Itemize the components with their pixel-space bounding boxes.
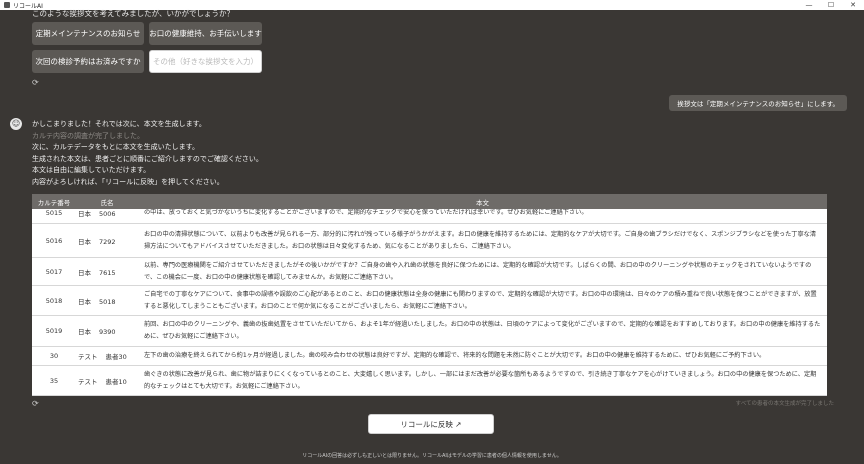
cell-id: 5018 bbox=[45, 296, 63, 305]
user-message: 挨拶文は「定期メインテナンスのお知らせ」にします。 bbox=[669, 95, 847, 111]
table-body[interactable]: 5015 日本 5006 の中は、放っておくと気づかないうちに変化することがござい… bbox=[32, 209, 827, 396]
cell-name: 日本 7615 bbox=[78, 268, 116, 277]
app-icon bbox=[4, 2, 10, 8]
header-name: 氏名 bbox=[100, 198, 114, 207]
assistant-line: カルテ内容の調査が完了しました。 bbox=[32, 131, 144, 140]
assistant-message: かしこまりました！それでは次に、本文を生成します。 カルテ内容の調査が完了しまし… bbox=[32, 119, 263, 188]
option-maintenance-button[interactable]: 定期メインテナンスのお知らせ bbox=[32, 22, 144, 45]
cell-name: テスト 患者30 bbox=[78, 353, 127, 361]
assistant-line: かしこまりました！それでは次に、本文を生成します。 bbox=[32, 120, 206, 128]
cell-body[interactable]: ご自宅での丁寧なケアについて、食事中の誤嚥や誤飲のご心配があるとのこと、お口の健… bbox=[138, 289, 827, 313]
table-row: 5016 日本 7292 お口の中の清掃状態について、以前よりも改善が見られる一方… bbox=[32, 224, 827, 258]
cell-id: 30 bbox=[49, 352, 59, 360]
cell-body[interactable]: の中は、放っておくと気づかないうちに変化することがございますので、定期的なチェッ… bbox=[138, 209, 827, 219]
maximize-button[interactable]: ☐ bbox=[820, 0, 842, 10]
cell-name: 日本 9390 bbox=[78, 328, 116, 336]
cell-body[interactable]: 歯ぐきの状態に改善が見られ、歯に物が詰まりにくくなっているとのこと、大変嬉しく思… bbox=[138, 369, 827, 393]
header-body: 本文 bbox=[476, 198, 489, 207]
cell-id: 5017 bbox=[45, 267, 63, 276]
patient-table: カルテ番号 氏名 本文 5015 日本 5006 の中は、放っておくと気づかないう… bbox=[32, 194, 827, 396]
cell-id: 5015 bbox=[45, 209, 63, 217]
cell-id: 35 bbox=[49, 376, 59, 385]
table-row: 5017 日本 7615 以前、専門の医療機関をご紹介させていただきましたがその後… bbox=[32, 258, 827, 286]
cell-id: 5016 bbox=[45, 236, 63, 245]
disclaimer-text: リコールAIの回答は必ずしも正しいとは限りません。リコールAIはモデルの学習に患… bbox=[302, 453, 562, 459]
cell-body[interactable]: 左下の歯の治療を終えられてから約1ヶ月が経過しました。歯の咬み合わせの状態は良好… bbox=[138, 350, 827, 362]
cell-name: 日本 5006 bbox=[78, 209, 116, 218]
assistant-line: 生成された本文は、患者ごとに順番にご紹介しますのでご確認ください。 bbox=[32, 154, 263, 163]
cell-body[interactable]: 前回、お口の中のクリーニングや、義歯の抜歯処置をさせていただいてから、およそ1年… bbox=[138, 319, 827, 343]
header-id: カルテ番号 bbox=[37, 198, 71, 207]
cell-name: テスト 患者10 bbox=[78, 377, 127, 386]
option-health-button[interactable]: お口の健康維持、お手伝いします bbox=[149, 22, 262, 45]
close-button[interactable]: ✕ bbox=[842, 0, 864, 10]
refresh-icon[interactable]: ⟳ bbox=[32, 78, 39, 87]
table-row: 5019 日本 9390 前回、お口の中のクリーニングや、義歯の抜歯処置をさせてい… bbox=[32, 316, 827, 347]
assistant-line: 内容がよろしければ、「リコールに反映」を押してください。 bbox=[32, 177, 224, 186]
table-row: 5015 日本 5006 の中は、放っておくと気づかないうちに変化することがござい… bbox=[32, 209, 827, 224]
cell-id: 5019 bbox=[45, 327, 63, 335]
assistant-line: 次に、カルテデータをもとに本文を生成いたします。 bbox=[32, 143, 199, 151]
table-row: 5018 日本 5018 ご自宅での丁寧なケアについて、食事中の誤嚥や誤飲のご心配… bbox=[32, 286, 827, 316]
question-text: このような挨拶文を考えてみましたが、いかがでしょうか？ bbox=[32, 9, 234, 18]
assistant-line: 本文は自由に編集していただけます。 bbox=[32, 166, 151, 174]
refresh-icon[interactable]: ⟳ bbox=[32, 399, 39, 408]
table-header: カルテ番号 氏名 本文 bbox=[32, 194, 827, 209]
custom-greeting-input[interactable]: その他（好きな挨拶文を入力） bbox=[149, 50, 262, 73]
table-row: 35 テスト 患者10 歯ぐきの状態に改善が見られ、歯に物が詰まりにくくなっている… bbox=[32, 366, 827, 396]
cell-name: 日本 7292 bbox=[78, 237, 116, 246]
table-row: 30 テスト 患者30 左下の歯の治療を終えられてから約1ヶ月が経過しました。歯の… bbox=[32, 347, 827, 366]
cell-name: 日本 5018 bbox=[78, 297, 116, 306]
reflect-recall-button[interactable]: リコールに反映 ↗ bbox=[368, 414, 494, 434]
minimize-button[interactable]: — bbox=[798, 0, 820, 10]
cell-body[interactable]: お口の中の清掃状態について、以前よりも改善が見られる一方、部分的に汚れが残ってい… bbox=[138, 229, 827, 253]
option-checkup-button[interactable]: 次回の検診予約はお済みですか bbox=[32, 50, 144, 73]
assistant-avatar-icon: ☺ bbox=[10, 118, 22, 130]
completion-note: すべての患者の本文生成が完了しました bbox=[735, 401, 834, 407]
cell-body[interactable]: 以前、専門の医療機関をご紹介させていただきましたがその後いかがですか？ご自身の歯… bbox=[138, 260, 827, 284]
